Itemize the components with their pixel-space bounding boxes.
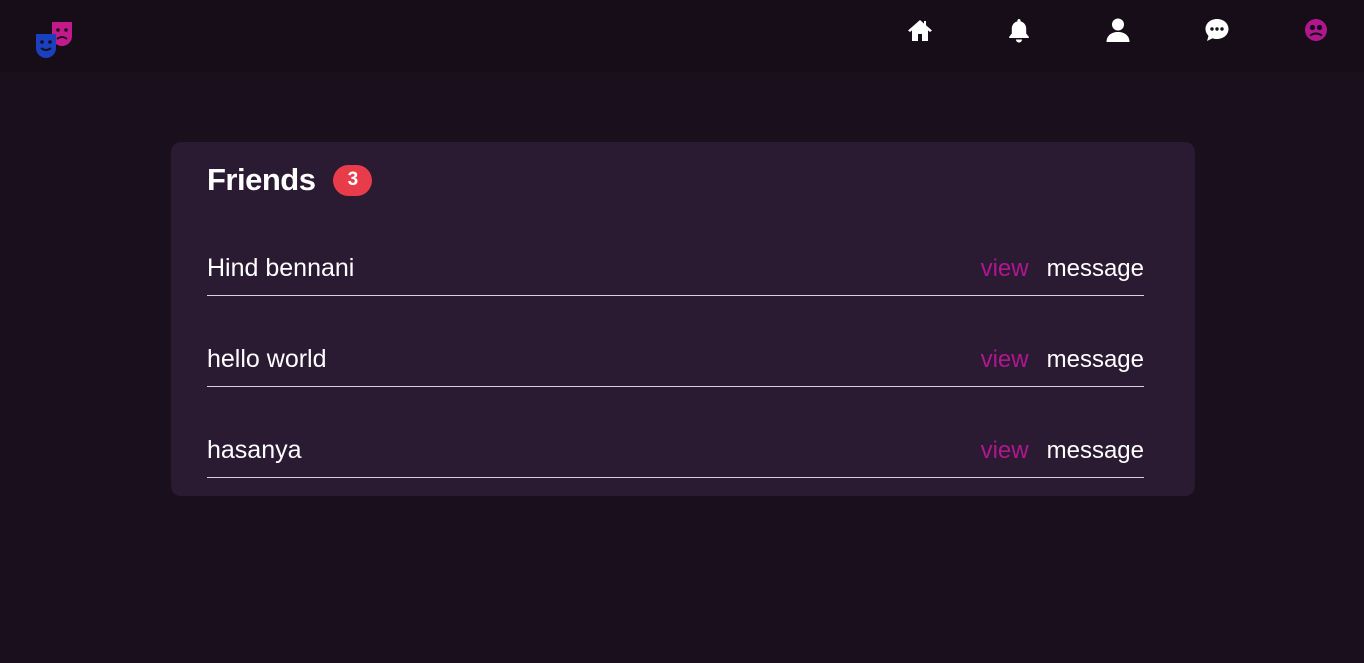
home-icon[interactable]	[906, 16, 934, 44]
view-link[interactable]: view	[981, 255, 1029, 283]
view-link[interactable]: view	[981, 346, 1029, 374]
friend-name: hasanya	[207, 436, 302, 464]
message-link[interactable]: message	[1047, 437, 1144, 465]
message-link[interactable]: message	[1047, 255, 1144, 283]
friend-row: hasanya view message	[207, 418, 1144, 478]
friend-actions: view message	[981, 346, 1144, 374]
bell-icon[interactable]	[1005, 16, 1033, 44]
top-navbar	[0, 0, 1364, 72]
friend-actions: view message	[981, 255, 1144, 283]
friends-title: Friends	[207, 162, 316, 197]
friend-row: hello world view message	[207, 327, 1144, 387]
chat-icon[interactable]	[1203, 16, 1231, 44]
friends-card: Friends 3 Hind bennani view message hell…	[171, 142, 1195, 496]
user-icon[interactable]	[1104, 16, 1132, 44]
friend-name: hello world	[207, 345, 327, 373]
friend-row: Hind bennani view message	[207, 236, 1144, 296]
view-link[interactable]: view	[981, 437, 1029, 465]
friends-header: Friends 3	[207, 162, 373, 198]
friend-name: Hind bennani	[207, 254, 355, 282]
profile-icon[interactable]	[1302, 16, 1330, 44]
message-link[interactable]: message	[1047, 346, 1144, 374]
mask-logo-icon[interactable]	[34, 20, 76, 60]
friends-count-badge: 3	[333, 164, 373, 196]
friend-actions: view message	[981, 437, 1144, 465]
